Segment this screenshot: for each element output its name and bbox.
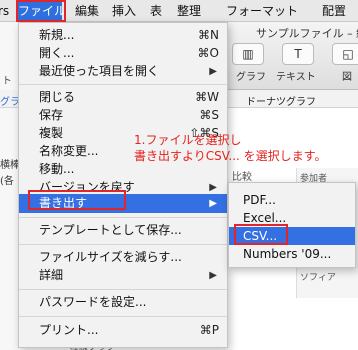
submenu-arrow-icon: ▶: [209, 66, 217, 77]
ribbon-donut-chart[interactable]: ドーナツグラフ: [246, 93, 316, 108]
compare-fragment: 比較: [232, 172, 252, 183]
shape-icon: ◱: [342, 47, 354, 61]
text-icon: T: [294, 47, 302, 61]
ribbon-left-fragment: グラ: [0, 97, 20, 108]
submenu-arrow-icon: ▶: [209, 198, 217, 209]
menu-layout[interactable]: 配置: [322, 0, 346, 22]
toolbar-fragment: ト: [2, 76, 12, 87]
shortcut: ⌘O: [197, 46, 219, 60]
annotation-line-1: 1.ファイルを選択し: [134, 133, 242, 147]
menu-item-new[interactable]: 新規... ⌘N: [19, 26, 227, 45]
document-title: サンプルファイル – 編: [256, 27, 358, 40]
menu-item-print[interactable]: プリント... ⌘P: [19, 321, 227, 340]
annotation-line-2: 書き出すよりCSV... を選択します。: [134, 149, 327, 163]
export-numbers-09[interactable]: Numbers '09...: [229, 245, 355, 263]
menu-item-open-recent[interactable]: 最近使った項目を開く ▶: [19, 62, 227, 81]
menu-item-save[interactable]: 保存 ⌘S: [19, 106, 227, 125]
screenshot: サンプルファイル – 編 ▥ グラフ T テキスト ◱ 図 ト グラ ドーナツグ…: [0, 0, 358, 350]
shortcut: ⌘S: [199, 108, 219, 122]
shortcut: ⌘W: [195, 90, 219, 104]
menu-separator: [19, 316, 227, 317]
shape-button[interactable]: ◱: [332, 43, 358, 65]
menu-separator: [19, 244, 227, 245]
menu-format[interactable]: フォーマット: [226, 0, 298, 22]
text-button-label: テキスト: [276, 72, 316, 83]
menu-insert[interactable]: 挿入: [112, 0, 136, 22]
menu-table[interactable]: 表: [150, 0, 162, 22]
menu-item-open[interactable]: 開く... ⌘O: [19, 44, 227, 63]
export-csv[interactable]: CSV...: [229, 227, 355, 245]
shape-button-label: 図: [342, 72, 352, 83]
menu-item-advanced[interactable]: 詳細 ▶: [19, 266, 227, 285]
menu-item-reduce-file-size[interactable]: ファイルサイズを減らす...: [19, 248, 227, 267]
export-submenu: PDF... Excel... CSV... Numbers '09...: [228, 182, 356, 268]
shortcut: ⌘P: [199, 323, 219, 337]
menu-item-export[interactable]: 書き出す ▶: [19, 194, 227, 213]
text-button[interactable]: T: [282, 43, 314, 65]
pane-text: ソフィア: [300, 273, 336, 283]
menu-bar: rs ファイル 編集 挿入 表 整理 フォーマット 配置: [0, 0, 358, 22]
chart-icon: ▥: [242, 47, 254, 61]
chart-button-label: グラフ: [236, 72, 266, 83]
app-menu-fragment[interactable]: rs: [0, 0, 9, 22]
submenu-arrow-icon: ▶: [209, 270, 217, 281]
left-fragment-1: 横棒: [0, 160, 20, 171]
menu-file[interactable]: ファイル: [18, 0, 66, 22]
menu-separator: [19, 289, 227, 290]
menu-item-close[interactable]: 閉じる ⌘W: [19, 88, 227, 107]
menu-item-save-as-template[interactable]: テンプレートとして保存...: [19, 221, 227, 240]
menu-edit[interactable]: 編集: [75, 0, 99, 22]
export-excel[interactable]: Excel...: [229, 209, 355, 227]
chart-button[interactable]: ▥: [232, 43, 264, 65]
export-pdf[interactable]: PDF...: [229, 191, 355, 209]
left-fragment-2: (各: [0, 176, 14, 187]
menu-arrange[interactable]: 整理: [177, 0, 201, 22]
file-menu: 新規... ⌘N 開く... ⌘O 最近使った項目を開く ▶ 閉じる ⌘W 保存…: [18, 22, 228, 348]
instruction-annotation: 1.ファイルを選択し 書き出すよりCSV... を選択します。: [134, 132, 326, 164]
menu-separator: [19, 84, 227, 85]
shortcut: ⌘N: [198, 28, 219, 42]
menu-item-set-password[interactable]: パスワードを設定...: [19, 293, 227, 312]
menu-separator: [19, 217, 227, 218]
